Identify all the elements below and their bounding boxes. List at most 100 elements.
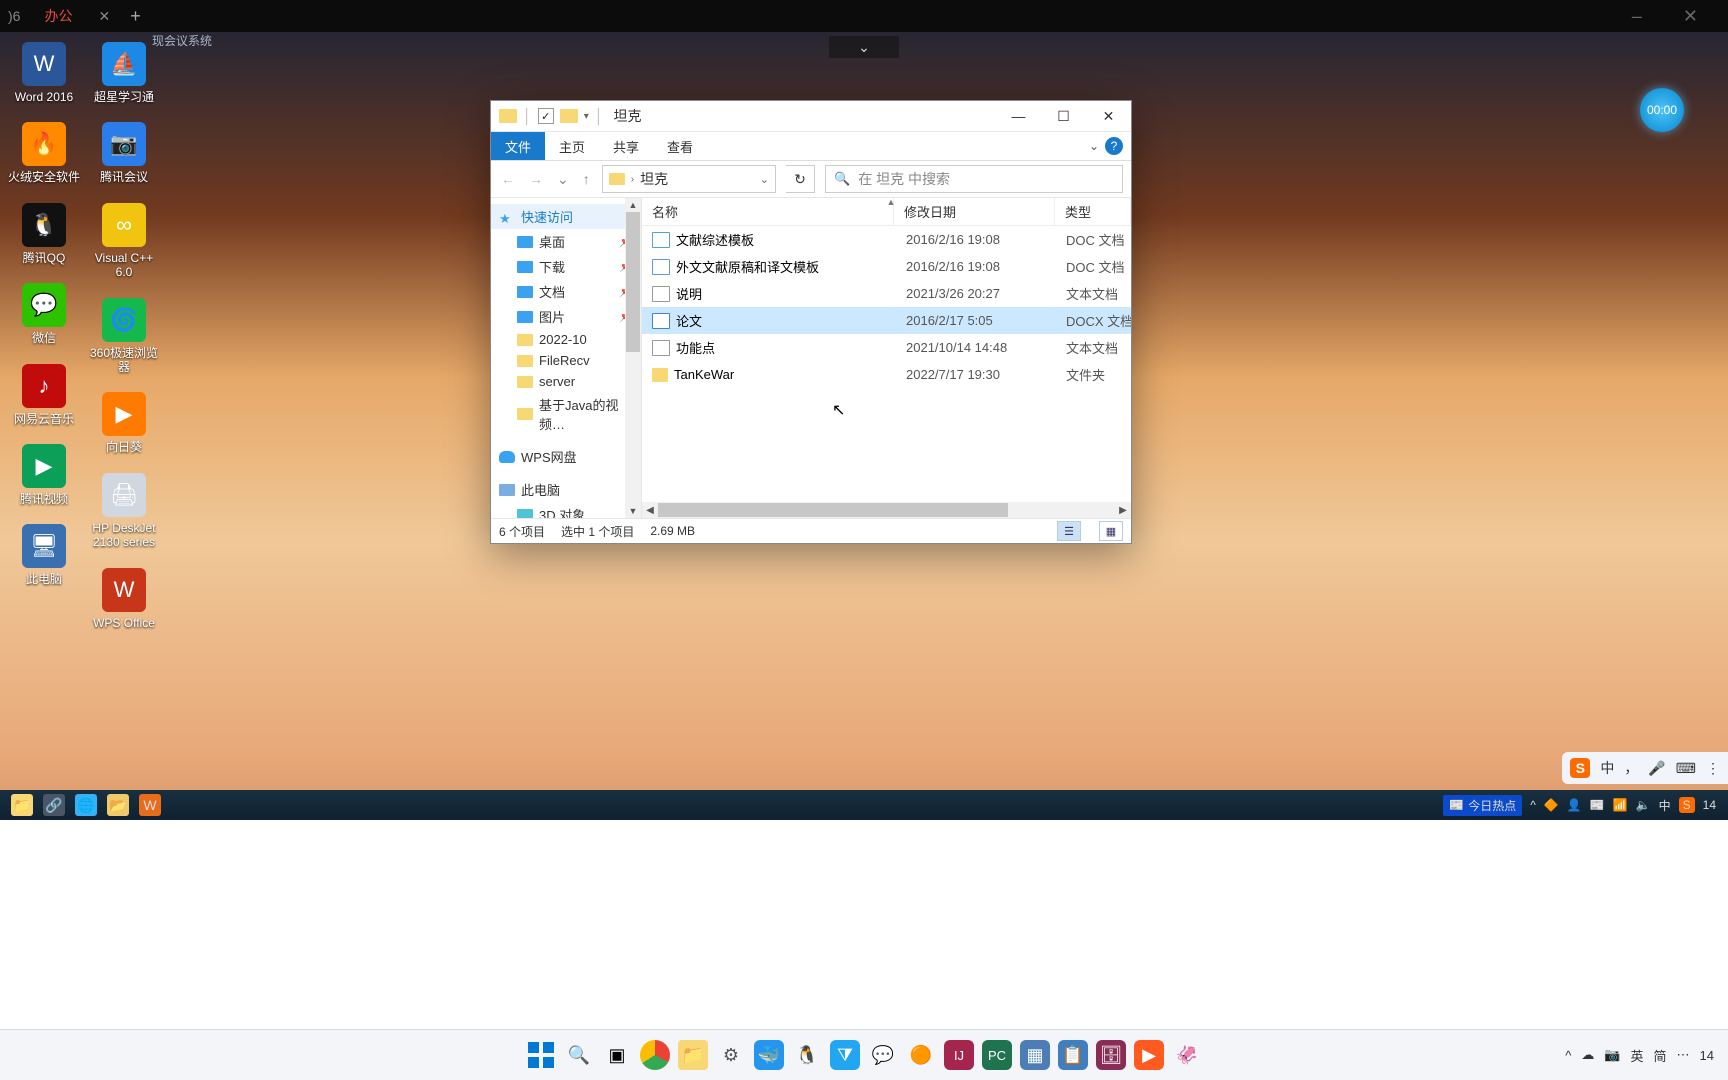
desktop-shortcut[interactable]: 🔥火绒安全软件 xyxy=(8,122,80,184)
file-row[interactable]: TanKeWar2022/7/17 19:30文件夹 xyxy=(642,361,1131,388)
close-tab-icon[interactable]: ✕ xyxy=(98,8,110,25)
tray-up-icon[interactable]: ^ xyxy=(1565,1048,1571,1063)
tray-up-icon[interactable]: ^ xyxy=(1530,798,1536,812)
outer-taskbar[interactable]: 🔍 ▣ 📁 ⚙ 🐳 🐧 ⧩ 💬 🟠 IJ PC ▦ 📋 🗄 ▶ 🦑 ^ ☁ 📷 … xyxy=(0,1029,1728,1080)
nav-back-icon[interactable]: ← xyxy=(499,171,517,187)
add-desktop-button[interactable]: + xyxy=(130,6,141,27)
news-hot-button[interactable]: 📰 今日热点 xyxy=(1443,795,1522,816)
settings-icon[interactable]: ⚙ xyxy=(716,1040,746,1070)
maximize-button[interactable]: ☐ xyxy=(1041,101,1086,131)
ribbon-collapse-icon[interactable]: ⌄ xyxy=(1089,139,1099,153)
nav-pictures[interactable]: 图片📌 xyxy=(491,304,641,329)
wechat-icon[interactable]: 💬 xyxy=(868,1040,898,1070)
desktop-shortcut[interactable]: 🐧腾讯QQ xyxy=(8,203,80,265)
tab-home[interactable]: 主页 xyxy=(545,132,599,160)
tray-lang[interactable]: 中 xyxy=(1659,797,1671,814)
taskview-icon[interactable]: ▣ xyxy=(602,1040,632,1070)
tray-icon[interactable]: 📷 xyxy=(1604,1047,1620,1063)
app-icon[interactable]: 🦑 xyxy=(1172,1040,1202,1070)
nav-documents[interactable]: 文档📌 xyxy=(491,279,641,304)
nav-3d-objects[interactable]: 3D 对象 xyxy=(491,502,641,518)
icons-view-button[interactable]: ▦ xyxy=(1099,521,1123,541)
tray-extra[interactable]: ⋯ xyxy=(1677,1047,1690,1063)
qat-dropdown-icon[interactable]: ▾ xyxy=(584,111,589,122)
task-icon[interactable]: 🔗 xyxy=(43,794,65,816)
wps-task-icon[interactable]: W xyxy=(139,794,161,816)
file-row[interactable]: 论文2016/2/17 5:05DOCX 文档 xyxy=(642,307,1131,334)
inner-taskbar[interactable]: 📁 🔗 🌐 📂 W 📰 今日热点 ^ 🔶 👤 📰 📶 🔈 中 S 14 xyxy=(0,790,1728,820)
desktop-shortcut[interactable]: WWPS Office xyxy=(88,568,160,630)
keyboard-icon[interactable]: ⌨ xyxy=(1676,760,1696,777)
pycharm-icon[interactable]: PC xyxy=(982,1040,1012,1070)
app-icon[interactable]: 🗄 xyxy=(1096,1040,1126,1070)
panel-collapse-button[interactable]: ⌄ xyxy=(829,36,899,58)
header-date[interactable]: 修改日期 xyxy=(894,198,1055,225)
volume-icon[interactable]: 🔈 xyxy=(1636,798,1651,812)
desktop-shortcut[interactable]: 💬微信 xyxy=(8,283,80,345)
h-scrollbar[interactable]: ◀ ▶ xyxy=(642,502,1131,518)
nav-up-icon[interactable]: ↑ xyxy=(581,171,592,187)
nav-downloads[interactable]: 下载📌 xyxy=(491,254,641,279)
tray-icon[interactable]: 🔶 xyxy=(1544,798,1559,812)
header-type[interactable]: 类型 xyxy=(1055,198,1131,225)
desktop-shortcut[interactable]: 📷腾讯会议 xyxy=(88,122,160,184)
qq-icon[interactable]: 🐧 xyxy=(792,1040,822,1070)
vscode-icon[interactable]: ⧩ xyxy=(830,1040,860,1070)
tray-icon[interactable]: 📰 xyxy=(1590,798,1605,812)
scroll-up-icon[interactable]: ▲ xyxy=(625,198,641,212)
sogou-tray-icon[interactable]: S xyxy=(1679,797,1695,813)
desktop-shortcut[interactable]: ▶向日葵 xyxy=(88,392,160,454)
file-row[interactable]: 说明2021/3/26 20:27文本文档 xyxy=(642,280,1131,307)
explorer-task-icon[interactable]: 📁 xyxy=(11,794,33,816)
wifi-icon[interactable]: 📶 xyxy=(1613,798,1628,812)
qat-checkbox[interactable]: ✓ xyxy=(538,108,554,124)
help-icon[interactable]: ? xyxy=(1105,137,1123,155)
breadcrumb-item[interactable]: 坦克 xyxy=(640,169,668,189)
app-icon[interactable]: ▶ xyxy=(1134,1040,1164,1070)
refresh-button[interactable]: ↻ xyxy=(786,165,815,193)
chrome-icon[interactable] xyxy=(640,1040,670,1070)
app-icon[interactable]: 📋 xyxy=(1058,1040,1088,1070)
timer-badge[interactable]: 00:00 xyxy=(1640,88,1684,132)
ime-bar[interactable]: S 中 ， 🎤 ⌨ ⋮ xyxy=(1562,752,1728,784)
navigation-pane[interactable]: ★快速访问 桌面📌 下载📌 文档📌 图片📌 2022-10 FileRecv s… xyxy=(491,198,642,518)
microphone-icon[interactable]: 🎤 xyxy=(1648,760,1665,777)
scroll-down-icon[interactable]: ▼ xyxy=(625,504,641,518)
titlebar[interactable]: │ ✓ ▾ │ 坦克 — ☐ ✕ xyxy=(491,101,1131,132)
window-min-max-close[interactable]: – ✕ xyxy=(1632,6,1716,27)
scroll-thumb[interactable] xyxy=(658,503,1008,517)
docker-icon[interactable]: 🐳 xyxy=(754,1040,784,1070)
nav-desktop[interactable]: 桌面📌 xyxy=(491,229,641,254)
ime-zhong[interactable]: 中 xyxy=(1600,758,1614,778)
nav-folder[interactable]: 2022-10 xyxy=(491,329,641,350)
file-row[interactable]: 外文文献原稿和译文模板2016/2/16 19:08DOC 文档 xyxy=(642,253,1131,280)
nav-wps[interactable]: WPS网盘 xyxy=(491,444,641,469)
search-icon[interactable]: 🔍 xyxy=(564,1040,594,1070)
app-icon[interactable]: ▦ xyxy=(1020,1040,1050,1070)
address-bar[interactable]: › 坦克 ⌄ xyxy=(602,165,776,193)
nav-folder[interactable]: server xyxy=(491,371,641,392)
nav-folder[interactable]: FileRecv xyxy=(491,350,641,371)
tab-file[interactable]: 文件 xyxy=(491,132,545,160)
task-icon[interactable]: 📂 xyxy=(107,794,129,816)
nav-recent-icon[interactable]: ⌄ xyxy=(555,171,571,188)
close-button[interactable]: ✕ xyxy=(1086,101,1131,131)
nav-quick-access[interactable]: ★快速访问 xyxy=(491,204,641,229)
onedrive-icon[interactable]: ☁ xyxy=(1581,1047,1594,1063)
desktop-shortcut[interactable]: ♪网易云音乐 xyxy=(8,364,80,426)
sogou-logo-icon[interactable]: S xyxy=(1570,758,1590,778)
tray-icon[interactable]: 👤 xyxy=(1567,798,1582,812)
desktop-shortcut[interactable]: 🌀360极速浏览器 xyxy=(88,298,160,375)
details-view-button[interactable]: ☰ xyxy=(1057,521,1081,541)
file-list[interactable]: 文献综述模板2016/2/16 19:08DOC 文档外文文献原稿和译文模板20… xyxy=(642,226,1131,502)
desktop-shortcut[interactable]: WWord 2016 xyxy=(8,42,80,104)
task-icon[interactable]: 🌐 xyxy=(75,794,97,816)
language-chip[interactable]: 英 xyxy=(1631,1046,1644,1065)
header-name[interactable]: 名称 xyxy=(642,198,894,225)
scroll-right-icon[interactable]: ▶ xyxy=(1115,502,1131,518)
desktop-shortcut[interactable]: 🖥此电脑 xyxy=(8,524,80,586)
desktop-shortcut[interactable]: ⛵超星学习通 xyxy=(88,42,160,104)
file-row[interactable]: 文献综述模板2016/2/16 19:08DOC 文档 xyxy=(642,226,1131,253)
address-dropdown-icon[interactable]: ⌄ xyxy=(760,173,769,186)
desktop-shortcut[interactable]: ∞Visual C++ 6.0 xyxy=(88,203,160,280)
